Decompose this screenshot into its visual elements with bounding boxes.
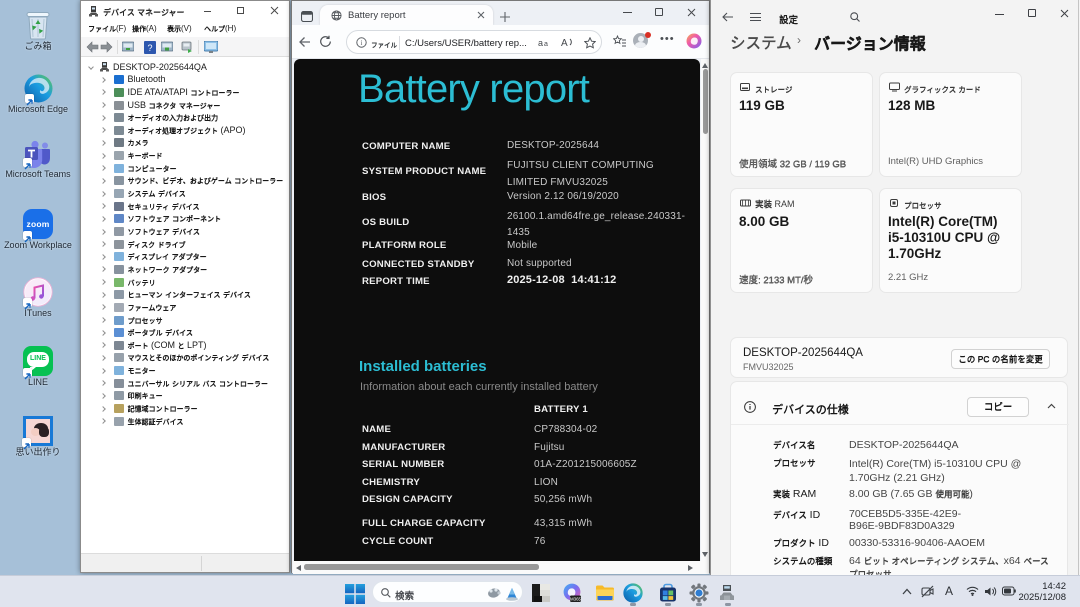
svg-text:M365: M365 <box>570 596 582 601</box>
svg-text:a: a <box>544 41 548 48</box>
svg-text:?: ? <box>147 43 152 53</box>
svg-text:a: a <box>538 38 543 48</box>
svg-text:A: A <box>561 38 568 49</box>
svg-text:i: i <box>361 39 363 47</box>
